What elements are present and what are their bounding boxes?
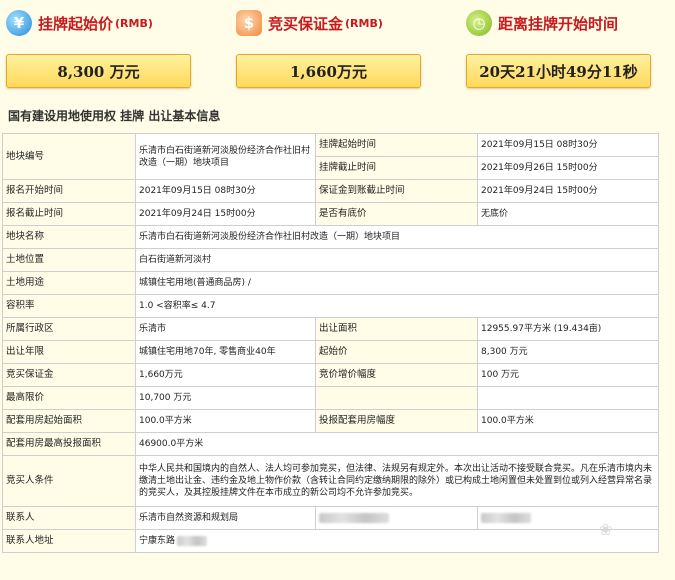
starting-price-unit: (RMB)	[115, 16, 153, 30]
table-row: 配套用房起始面积 100.0平方米 投报配套用房幅度 100.0平方米	[2, 409, 659, 433]
empty-label	[315, 386, 478, 410]
housing-start-area-value: 100.0平方米	[135, 409, 316, 433]
plot-name-label: 地块名称	[2, 225, 136, 249]
yuan-coin-icon: ¥	[6, 10, 32, 36]
signup-start-value: 2021年09月15日 08时30分	[135, 179, 316, 203]
plot-name-value: 乐清市白石街道新河淡股份经济合作社旧村改造（一期）地块项目	[135, 225, 659, 249]
housing-increment-label: 投报配套用房幅度	[315, 409, 478, 433]
area-label: 出让面积	[315, 317, 478, 341]
watermark: ❀	[599, 520, 613, 539]
deposit-unit: (RMB)	[345, 16, 383, 30]
conditions-value: 中华人民共和国境内的自然人、法人均可参加竞买，但法律、法规另有规定外。本次出让活…	[135, 455, 659, 507]
starting-price-label: 挂牌起始价	[38, 14, 114, 33]
start-price-label: 起始价	[315, 340, 478, 364]
table-row: 土地用途 城镇住宅用地(普通商品房) /	[2, 271, 659, 295]
land-use-value: 城镇住宅用地(普通商品房) /	[135, 271, 659, 295]
plot-no-value: 乐清市白石街道新河淡股份经济合作社旧村改造（一期）地块项目	[135, 133, 316, 180]
section-title: 国有建设用地使用权 挂牌 出让基本信息	[8, 109, 221, 123]
table-row: 地块名称 乐清市白石街道新河淡股份经济合作社旧村改造（一期）地块项目	[2, 225, 659, 249]
contact-value: 乐清市自然资源和规划局	[135, 506, 316, 530]
reserve-price-label: 是否有底价	[315, 202, 478, 226]
start-price-value: 8,300 万元	[477, 340, 659, 364]
countdown-value: 20天21小时49分11秒	[466, 54, 651, 88]
money-bag-icon: $	[236, 10, 262, 36]
far-label: 容积率	[2, 294, 136, 318]
housing-increment-value: 100.0平方米	[477, 409, 659, 433]
table-row: 最高限价 10,700 万元	[2, 386, 659, 410]
countdown-label: 距离挂牌开始时间	[498, 14, 619, 33]
signup-start-label: 报名开始时间	[2, 179, 136, 203]
max-price-label: 最高限价	[2, 386, 136, 410]
countdown-block: ◷ 距离挂牌开始时间	[466, 0, 618, 46]
deposit-value: 1,660万元	[236, 54, 421, 88]
housing-max-area-value: 46900.0平方米	[135, 432, 659, 456]
listing-end-value: 2021年09月26日 15时00分	[477, 156, 659, 180]
location-value: 白石街道新河淡村	[135, 248, 659, 272]
district-value: 乐清市	[135, 317, 316, 341]
conditions-label: 竞买人条件	[2, 455, 136, 507]
district-label: 所属行政区	[2, 317, 136, 341]
table-row: 竞买人条件 中华人民共和国境内的自然人、法人均可参加竞买，但法律、法规另有规定外…	[2, 455, 659, 507]
address-value: 宁康东路	[135, 529, 659, 553]
reserve-price-value: 无底价	[477, 202, 659, 226]
contact-label: 联系人	[2, 506, 136, 530]
bid-deposit-value: 1,660万元	[135, 363, 316, 387]
summary-header: ¥ 挂牌起始价 (RMB) 8,300 万元 $ 竞买保证金 (RMB) 1,6…	[0, 0, 675, 100]
starting-price-value: 8,300 万元	[6, 54, 191, 88]
area-value: 12955.97平方米 (19.434亩)	[477, 317, 659, 341]
increment-value: 100 万元	[477, 363, 659, 387]
table-row: 配套用房最高投报面积 46900.0平方米	[2, 432, 659, 456]
listing-start-value: 2021年09月15日 08时30分	[477, 133, 659, 157]
max-price-value: 10,700 万元	[135, 386, 316, 410]
starting-price-block: ¥ 挂牌起始价 (RMB)	[6, 0, 153, 46]
deposit-deadline-label: 保证金到账截止时间	[315, 179, 478, 203]
deposit-deadline-value: 2021年09月24日 15时00分	[477, 179, 659, 203]
signup-end-label: 报名截止时间	[2, 202, 136, 226]
listing-end-label: 挂牌截止时间	[315, 156, 478, 180]
table-row: 联系人 乐清市自然资源和规划局	[2, 506, 659, 530]
table-row: 报名截止时间 2021年09月24日 15时00分 是否有底价 无底价	[2, 202, 659, 226]
table-row: 报名开始时间 2021年09月15日 08时30分 保证金到账截止时间 2021…	[2, 179, 659, 203]
deposit-block: $ 竞买保证金 (RMB)	[236, 0, 383, 46]
table-row: 容积率 1.0 <容积率≤ 4.7	[2, 294, 659, 318]
plot-no-label: 地块编号	[2, 133, 136, 180]
listing-info-table: 地块编号 乐清市白石街道新河淡股份经济合作社旧村改造（一期）地块项目 挂牌起始时…	[2, 133, 659, 553]
empty-value	[477, 386, 659, 410]
contact-phone-redacted	[315, 506, 478, 530]
far-value: 1.0 <容积率≤ 4.7	[135, 294, 659, 318]
signup-end-value: 2021年09月24日 15时00分	[135, 202, 316, 226]
increment-label: 竞价增价幅度	[315, 363, 478, 387]
listing-start-label: 挂牌起始时间	[315, 133, 478, 157]
term-label: 出让年限	[2, 340, 136, 364]
alarm-clock-icon: ◷	[466, 10, 492, 36]
housing-max-area-label: 配套用房最高投报面积	[2, 432, 136, 456]
table-row: 土地位置 白石街道新河淡村	[2, 248, 659, 272]
address-label: 联系人地址	[2, 529, 136, 553]
term-value: 城镇住宅用地70年, 零售商业40年	[135, 340, 316, 364]
table-row: 出让年限 城镇住宅用地70年, 零售商业40年 起始价 8,300 万元	[2, 340, 659, 364]
bid-deposit-label: 竞买保证金	[2, 363, 136, 387]
deposit-label: 竞买保证金	[268, 14, 344, 33]
table-row: 竞买保证金 1,660万元 竞价增价幅度 100 万元	[2, 363, 659, 387]
land-use-label: 土地用途	[2, 271, 136, 295]
table-row: 联系人地址 宁康东路	[2, 529, 659, 553]
housing-start-area-label: 配套用房起始面积	[2, 409, 136, 433]
table-row: 地块编号 乐清市白石街道新河淡股份经济合作社旧村改造（一期）地块项目 挂牌起始时…	[2, 133, 659, 180]
location-label: 土地位置	[2, 248, 136, 272]
table-row: 所属行政区 乐清市 出让面积 12955.97平方米 (19.434亩)	[2, 317, 659, 341]
